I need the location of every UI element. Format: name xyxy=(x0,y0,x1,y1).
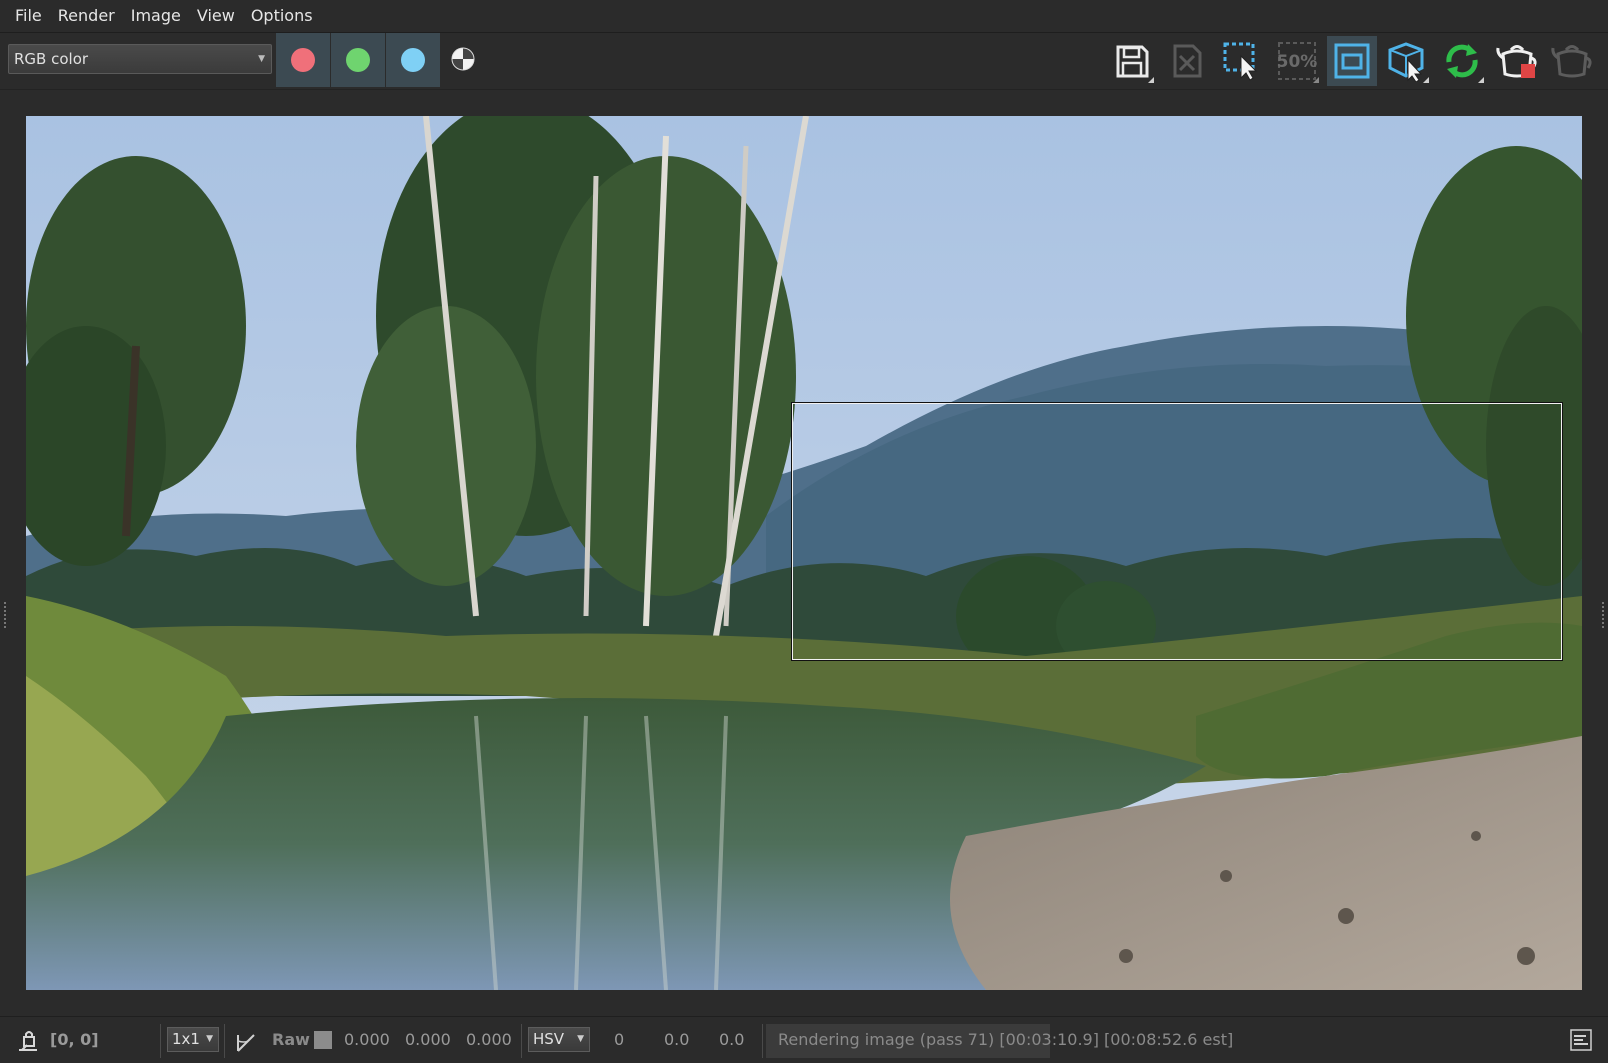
region-select-button[interactable] xyxy=(1217,36,1267,86)
raw-mode-label[interactable]: Raw xyxy=(272,1017,310,1063)
clear-image-button[interactable] xyxy=(1162,36,1212,86)
fit-frame-button[interactable] xyxy=(1327,36,1377,86)
alpha-toggle-button[interactable] xyxy=(449,45,477,73)
channel-select-value: RGB color xyxy=(14,50,89,68)
hsv-value-s: 0.0 xyxy=(664,1030,690,1049)
track-mouse-icon xyxy=(1388,42,1424,82)
region-select-icon xyxy=(1223,42,1258,81)
render-teapot-icon xyxy=(1551,45,1592,78)
menu-bar: File Render Image View Options xyxy=(0,0,1608,33)
menu-view[interactable]: View xyxy=(189,0,243,32)
status-separator xyxy=(521,1024,522,1058)
render-canvas[interactable] xyxy=(0,90,1608,1016)
sample-size-select[interactable]: 1x1 ▼ xyxy=(167,1027,219,1052)
hsv-value-h: 0 xyxy=(614,1030,625,1049)
zoom-50-button[interactable]: 50% xyxy=(1272,36,1322,86)
save-options-indicator xyxy=(1148,77,1154,83)
zoom-50-icon: 50% xyxy=(1277,42,1318,80)
rendered-landscape-image[interactable] xyxy=(26,116,1582,990)
save-image-button[interactable] xyxy=(1107,36,1157,86)
chevron-down-icon: ▼ xyxy=(577,1034,584,1044)
toolbar: RGB color ▼ 50% xyxy=(0,33,1608,90)
track-mouse-button[interactable] xyxy=(1382,36,1432,86)
render-region-box[interactable] xyxy=(792,403,1562,660)
status-bar: [0, 0] 1x1 ▼ Raw 0.000 0.000 0.000 HSV ▼… xyxy=(0,1016,1608,1063)
panel-toggle-icon[interactable] xyxy=(1570,1029,1592,1055)
save-image-icon xyxy=(1116,45,1149,78)
pin-lock-icon[interactable] xyxy=(16,1028,40,1056)
rgb-value-r: 0.000 xyxy=(344,1030,390,1049)
chevron-down-icon: ▼ xyxy=(258,54,265,64)
menu-options[interactable]: Options xyxy=(243,0,321,32)
render-status-text: Rendering image (pass 71) [00:03:10.9] [… xyxy=(778,1030,1234,1049)
blue-channel-button[interactable] xyxy=(386,33,440,87)
fit-frame-icon xyxy=(1334,43,1370,79)
rgb-value-b: 0.000 xyxy=(466,1030,512,1049)
pixel-coordinates: [0, 0] xyxy=(50,1030,99,1049)
menu-image[interactable]: Image xyxy=(123,0,189,32)
clear-image-icon xyxy=(1173,44,1202,78)
status-separator xyxy=(224,1024,225,1058)
alpha-toggle-icon xyxy=(451,47,475,71)
color-picker-icon[interactable] xyxy=(234,1029,258,1057)
track-options-indicator xyxy=(1423,77,1429,83)
render-last-icon xyxy=(1496,45,1537,78)
color-space-value: HSV xyxy=(533,1030,565,1048)
menu-render[interactable]: Render xyxy=(50,0,123,32)
zoom-50-label: 50% xyxy=(1277,52,1318,72)
right-panel-handle[interactable] xyxy=(1601,600,1605,640)
green-channel-button[interactable] xyxy=(331,33,385,87)
render-teapot-button[interactable] xyxy=(1547,36,1597,86)
sample-size-value: 1x1 xyxy=(172,1030,200,1048)
color-space-select[interactable]: HSV ▼ xyxy=(528,1027,590,1052)
hsv-value-v: 0.0 xyxy=(719,1030,745,1049)
status-separator xyxy=(762,1024,763,1058)
blue-channel-icon xyxy=(401,48,425,72)
left-panel-handle[interactable] xyxy=(3,600,7,640)
red-channel-button[interactable] xyxy=(276,33,330,87)
red-channel-icon xyxy=(291,48,315,72)
rgb-value-g: 0.000 xyxy=(405,1030,451,1049)
chevron-down-icon: ▼ xyxy=(206,1034,213,1044)
update-options-indicator xyxy=(1478,77,1484,83)
update-refresh-icon xyxy=(1446,44,1478,78)
green-channel-icon xyxy=(346,48,370,72)
zoom-options-indicator xyxy=(1313,77,1319,83)
status-separator xyxy=(160,1024,161,1058)
raw-color-swatch xyxy=(314,1031,332,1049)
update-refresh-button[interactable] xyxy=(1437,36,1487,86)
channel-display-select[interactable]: RGB color ▼ xyxy=(8,44,272,74)
render-last-button[interactable] xyxy=(1492,36,1542,86)
menu-file[interactable]: File xyxy=(0,0,50,32)
